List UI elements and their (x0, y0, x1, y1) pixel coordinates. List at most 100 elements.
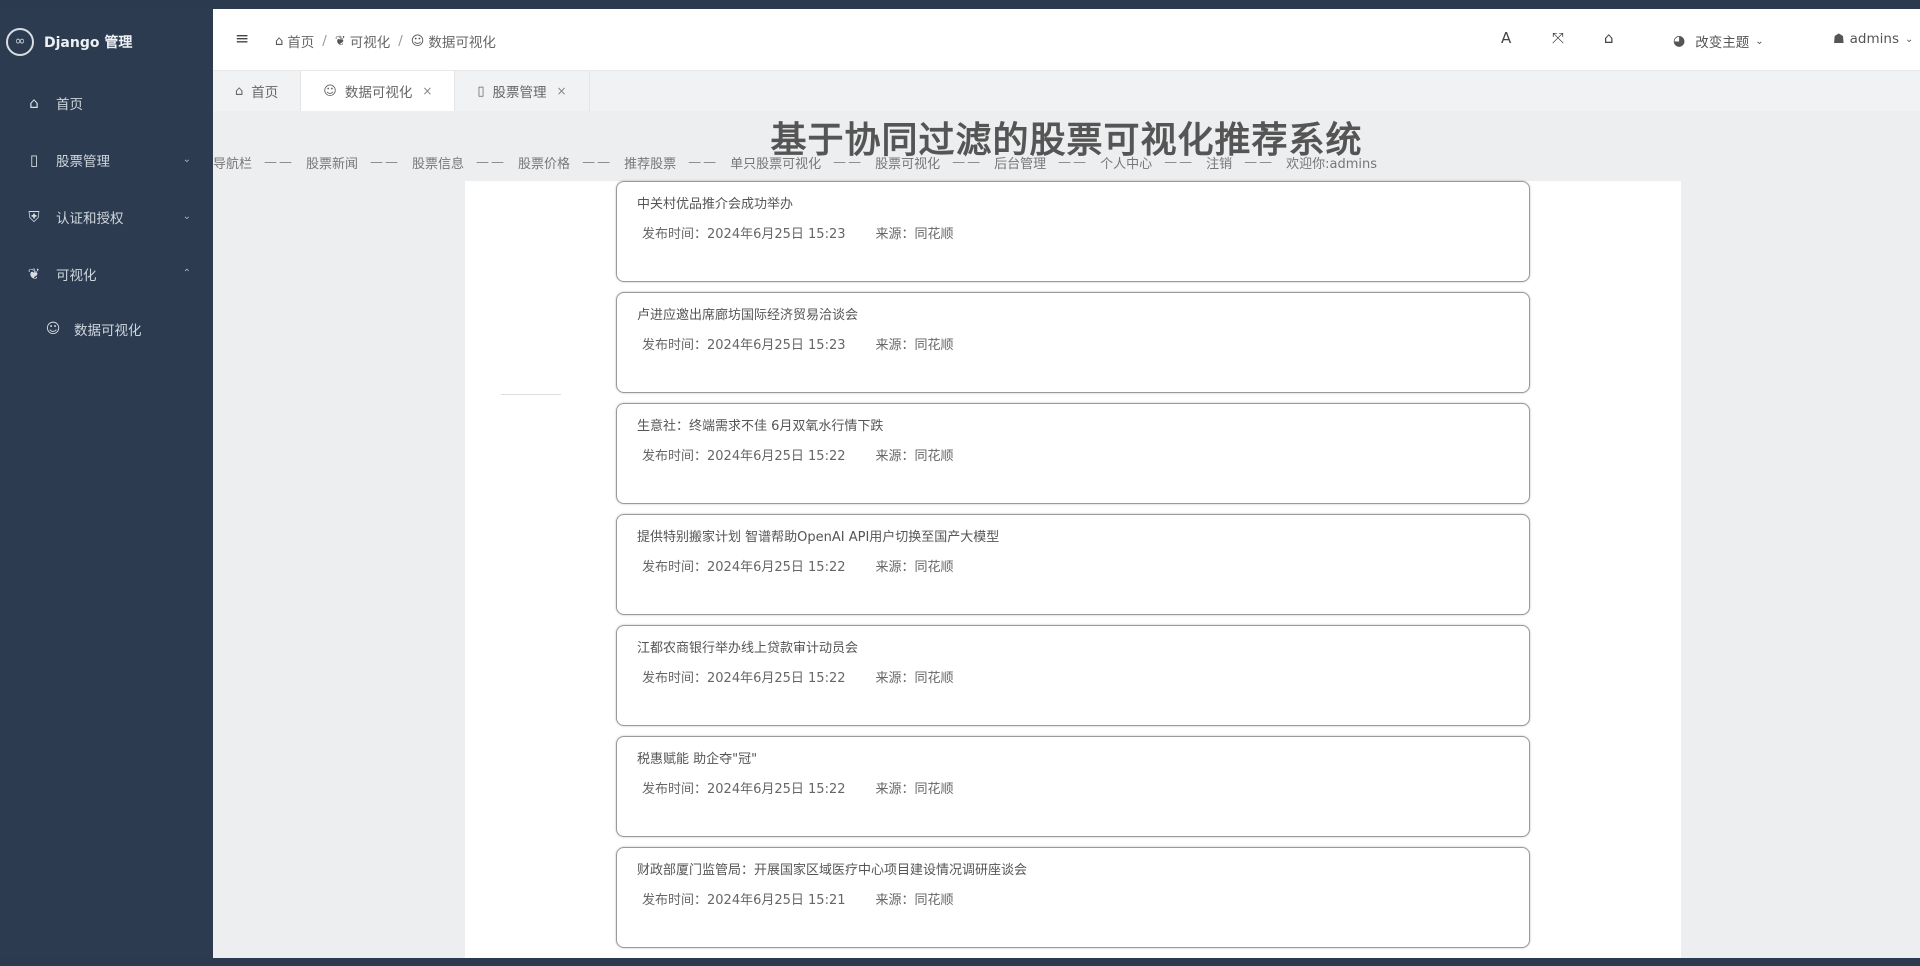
sidebar-subitem-data-visualization[interactable]: ☺ 数据可视化 (0, 302, 213, 356)
nav-separator: —— (264, 155, 295, 170)
nav-item-stock-visualization[interactable]: 股票可视化 (875, 153, 940, 172)
nav-separator: —— (1164, 155, 1195, 170)
sidebar-item-stock-management[interactable]: ▯ 股票管理 ⌄ (0, 131, 213, 188)
news-title[interactable]: 中关村优品推介会成功举办 (637, 193, 793, 212)
nav-item-welcome: 欢迎你:admins (1286, 157, 1378, 172)
nav-item-admin[interactable]: 后台管理 (994, 153, 1046, 172)
infinity-logo-icon: ∞ (6, 27, 34, 56)
news-card[interactable]: 提供特别搬家计划 智谱帮助OpenAI API用户切换至国产大模型 发布时间：2… (616, 514, 1530, 615)
news-meta: 发布时间：2024年6月25日 15:23 来源：同花顺 (642, 334, 954, 353)
news-time: 发布时间：2024年6月25日 15:23 (642, 227, 846, 242)
news-title[interactable]: 财政部厦门监管局：开展国家区域医疗中心项目建设情况调研座谈会 (637, 859, 1027, 878)
smile-icon: ☺ (410, 33, 425, 49)
chevron-down-icon: ⌄ (182, 154, 191, 165)
tab-home[interactable]: ⌂ 首页 (213, 71, 302, 111)
news-title[interactable]: 提供特别搬家计划 智谱帮助OpenAI API用户切换至国产大模型 (637, 526, 999, 545)
news-meta: 发布时间：2024年6月25日 15:22 来源：同花顺 (642, 667, 954, 686)
tab-stock-management[interactable]: ▯ 股票管理 × (455, 71, 590, 111)
news-card[interactable]: 税惠赋能 助企夺"冠" 发布时间：2024年6月25日 15:22 来源：同花顺 (616, 736, 1530, 837)
nav-item-profile[interactable]: 个人中心 (1100, 153, 1152, 172)
sidebar-item-label: 股票管理 (56, 153, 110, 170)
tab-data-visualization[interactable]: ☺ 数据可视化 × (301, 71, 456, 111)
sidebar: ∞ Django 管理 ⌂ 首页 ▯ 股票管理 ⌄ ⛨ 认证和授权 ⌄ ❦ 可视… (0, 9, 213, 958)
chevron-down-icon: ⌄ (182, 211, 191, 222)
top-header: ≡ ⌂ 首页 / ❦ 可视化 / ☺ 数据可视化 A ⤧ ⌂ ◕ 改变主题 ⌄ … (213, 9, 1920, 71)
sidebar-item-label: 首页 (56, 96, 83, 113)
nav-separator: —— (952, 155, 983, 170)
news-card[interactable]: 生意社：终端需求不佳 6月双氧水行情下跌 发布时间：2024年6月25日 15:… (616, 403, 1530, 504)
nav-item-stock-price[interactable]: 股票价格 (518, 153, 570, 172)
sidebar-item-visualization[interactable]: ❦ 可视化 ⌃ (0, 245, 213, 302)
nav-item-stock-news[interactable]: 股票新闻 (306, 153, 358, 172)
close-icon[interactable]: × (557, 84, 567, 98)
document-icon: ▯ (477, 83, 485, 99)
palette-icon: ◕ (1673, 33, 1686, 49)
logo[interactable]: ∞ Django 管理 (0, 9, 213, 74)
leaf-icon: ❦ (27, 264, 41, 283)
nav-item-single-stock-visualization[interactable]: 单只股票可视化 (730, 153, 821, 172)
chevron-down-icon: ⌄ (1755, 35, 1764, 47)
news-source: 来源：同花顺 (875, 560, 954, 575)
nav-separator: —— (1244, 155, 1275, 170)
nav-separator: —— (370, 155, 401, 170)
sidebar-item-home[interactable]: ⌂ 首页 (0, 74, 213, 131)
news-source: 来源：同花顺 (875, 893, 954, 908)
content-area: 基于协同过滤的股票可视化推荐系统 导航栏 —— 股票新闻 —— 股票信息 —— … (213, 111, 1920, 958)
chevron-down-icon: ⌄ (1905, 33, 1914, 45)
news-meta: 发布时间：2024年6月25日 15:22 来源：同花顺 (642, 445, 954, 464)
news-source: 来源：同花顺 (875, 449, 954, 464)
tab-label: 股票管理 (492, 85, 547, 101)
news-time: 发布时间：2024年6月25日 15:22 (642, 782, 846, 797)
news-title[interactable]: 卢进应邀出席廊坊国际经济贸易洽谈会 (637, 304, 858, 323)
chevron-up-icon: ⌃ (182, 268, 191, 279)
breadcrumb-separator: / (322, 33, 327, 49)
nav-separator: —— (476, 155, 507, 170)
breadcrumb-item-home[interactable]: 首页 (287, 31, 314, 51)
news-card[interactable]: 江都农商银行举办线上贷款审计动员会 发布时间：2024年6月25日 15:22 … (616, 625, 1530, 726)
news-title[interactable]: 税惠赋能 助企夺"冠" (637, 748, 757, 767)
news-meta: 发布时间：2024年6月25日 15:23 来源：同花顺 (642, 223, 954, 242)
tab-label: 首页 (251, 85, 279, 101)
breadcrumb-item-visualization[interactable]: 可视化 (350, 31, 391, 51)
news-meta: 发布时间：2024年6月25日 15:21 来源：同花顺 (642, 889, 954, 908)
user-name: admins (1849, 31, 1899, 47)
news-card[interactable]: 卢进应邀出席廊坊国际经济贸易洽谈会 发布时间：2024年6月25日 15:23 … (616, 292, 1530, 393)
fullscreen-icon[interactable]: ⤧ (1552, 29, 1564, 47)
logo-text: Django 管理 (44, 34, 133, 51)
home-icon: ⌂ (29, 93, 39, 112)
home-icon[interactable]: ⌂ (1604, 29, 1614, 47)
smile-icon: ☺ (45, 321, 61, 337)
user-icon: ☗ (1833, 31, 1845, 47)
sidebar-item-label: 可视化 (56, 267, 97, 284)
news-source: 来源：同花顺 (875, 338, 954, 353)
nav-item-logout[interactable]: 注销 (1206, 153, 1232, 172)
news-meta: 发布时间：2024年6月25日 15:22 来源：同花顺 (642, 778, 954, 797)
nav-separator: —— (582, 155, 613, 170)
change-theme-dropdown[interactable]: ◕ 改变主题 ⌄ (1673, 31, 1764, 51)
home-icon: ⌂ (275, 33, 284, 49)
nav-separator: —— (1058, 155, 1089, 170)
home-icon: ⌂ (235, 83, 244, 99)
nav-item-recommend[interactable]: 推荐股票 (624, 153, 676, 172)
sidebar-item-label: 认证和授权 (56, 210, 124, 227)
breadcrumb-item-data-visualization: 数据可视化 (428, 35, 496, 51)
news-card[interactable]: 财政部厦门监管局：开展国家区域医疗中心项目建设情况调研座谈会 发布时间：2024… (616, 847, 1530, 948)
user-menu[interactable]: ☗ admins ⌄ (1833, 31, 1913, 47)
nav-item-stock-info[interactable]: 股票信息 (412, 153, 464, 172)
news-title[interactable]: 生意社：终端需求不佳 6月双氧水行情下跌 (637, 415, 883, 434)
sidebar-item-auth[interactable]: ⛨ 认证和授权 ⌄ (0, 188, 213, 245)
news-time: 发布时间：2024年6月25日 15:22 (642, 449, 846, 464)
menu-toggle-icon[interactable]: ≡ (235, 29, 249, 49)
news-time: 发布时间：2024年6月25日 15:22 (642, 671, 846, 686)
news-card[interactable]: 中关村优品推介会成功举办 发布时间：2024年6月25日 15:23 来源：同花… (616, 181, 1530, 282)
news-title[interactable]: 江都农商银行举办线上贷款审计动员会 (637, 637, 858, 656)
news-source: 来源：同花顺 (875, 227, 954, 242)
nav-item-navbar[interactable]: 导航栏 (213, 153, 252, 172)
breadcrumb: ⌂ 首页 / ❦ 可视化 / ☺ 数据可视化 (275, 31, 496, 51)
divider (501, 394, 561, 395)
tab-label: 数据可视化 (344, 85, 413, 101)
font-size-icon[interactable]: A (1501, 29, 1511, 47)
window-top-strip (0, 0, 1920, 9)
theme-label: 改变主题 (1695, 35, 1750, 51)
close-icon[interactable]: × (422, 84, 432, 98)
